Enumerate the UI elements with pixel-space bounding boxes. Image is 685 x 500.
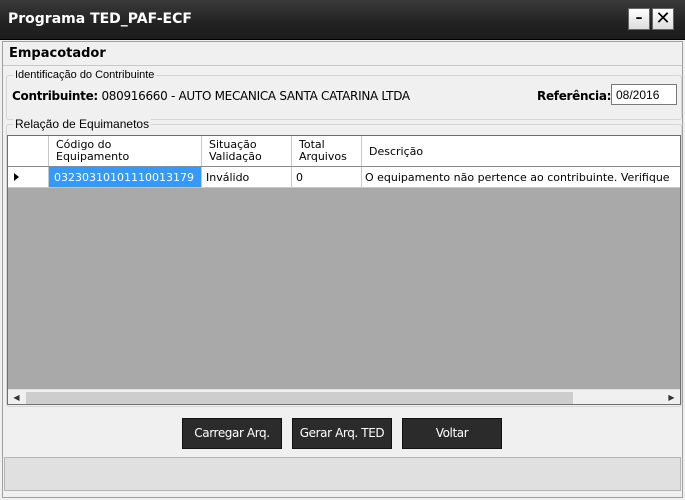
- row-arrow-icon: [14, 173, 19, 181]
- reference-field[interactable]: 08/2016: [611, 84, 677, 105]
- back-button[interactable]: Voltar: [402, 418, 502, 449]
- contributor-info: Contribuinte: 080916660 - AUTO MECANICA …: [12, 89, 410, 103]
- contributor-group-legend: Identificação do Contribuinte: [13, 69, 157, 81]
- contributor-label: Contribuinte:: [12, 89, 98, 103]
- status-bar: [4, 457, 681, 491]
- row-selector[interactable]: [8, 167, 49, 187]
- window-client-area: Empacotador Identificação do Contribuint…: [2, 41, 683, 498]
- contributor-value: 080916660 - AUTO MECANICA SANTA CATARINA…: [101, 89, 410, 103]
- title-bar: Programa TED_PAF-ECF – ✕: [0, 0, 685, 40]
- generate-ted-button[interactable]: Gerar Arq. TED: [292, 418, 392, 449]
- equipment-group-legend: Relação de Equimanetos: [13, 117, 152, 131]
- grid-header: Código do Equipamento Situação Validação…: [8, 136, 680, 167]
- scroll-right-icon[interactable]: ▶: [663, 390, 680, 404]
- cell-total[interactable]: 0: [292, 167, 362, 187]
- equipment-grid[interactable]: Código do Equipamento Situação Validação…: [7, 135, 681, 405]
- column-header-status[interactable]: Situação Validação: [202, 136, 292, 166]
- cell-code[interactable]: 03230310101110013179: [49, 167, 202, 187]
- row-header-column: [8, 136, 49, 166]
- column-header-code[interactable]: Código do Equipamento: [49, 136, 202, 166]
- horizontal-scrollbar[interactable]: ◀ ▶: [8, 389, 680, 404]
- column-header-total[interactable]: Total Arquivos: [292, 136, 362, 166]
- page-title: Empacotador: [9, 46, 106, 61]
- window-title: Programa TED_PAF-ECF: [8, 11, 192, 27]
- scroll-left-icon[interactable]: ◀: [8, 390, 25, 404]
- minimize-button[interactable]: –: [628, 8, 650, 30]
- column-header-description[interactable]: Descrição: [362, 136, 680, 166]
- cell-status[interactable]: Inválido: [202, 167, 292, 187]
- close-button[interactable]: ✕: [652, 8, 674, 30]
- reference-label: Referência:: [537, 89, 612, 103]
- table-row[interactable]: 03230310101110013179 Inválido 0 O equipa…: [8, 167, 680, 188]
- load-file-button[interactable]: Carregar Arq.: [182, 418, 282, 449]
- cell-description[interactable]: O equipamento não pertence ao contribuin…: [362, 167, 680, 187]
- scrollbar-thumb[interactable]: [26, 392, 573, 404]
- heading-divider: [3, 65, 682, 66]
